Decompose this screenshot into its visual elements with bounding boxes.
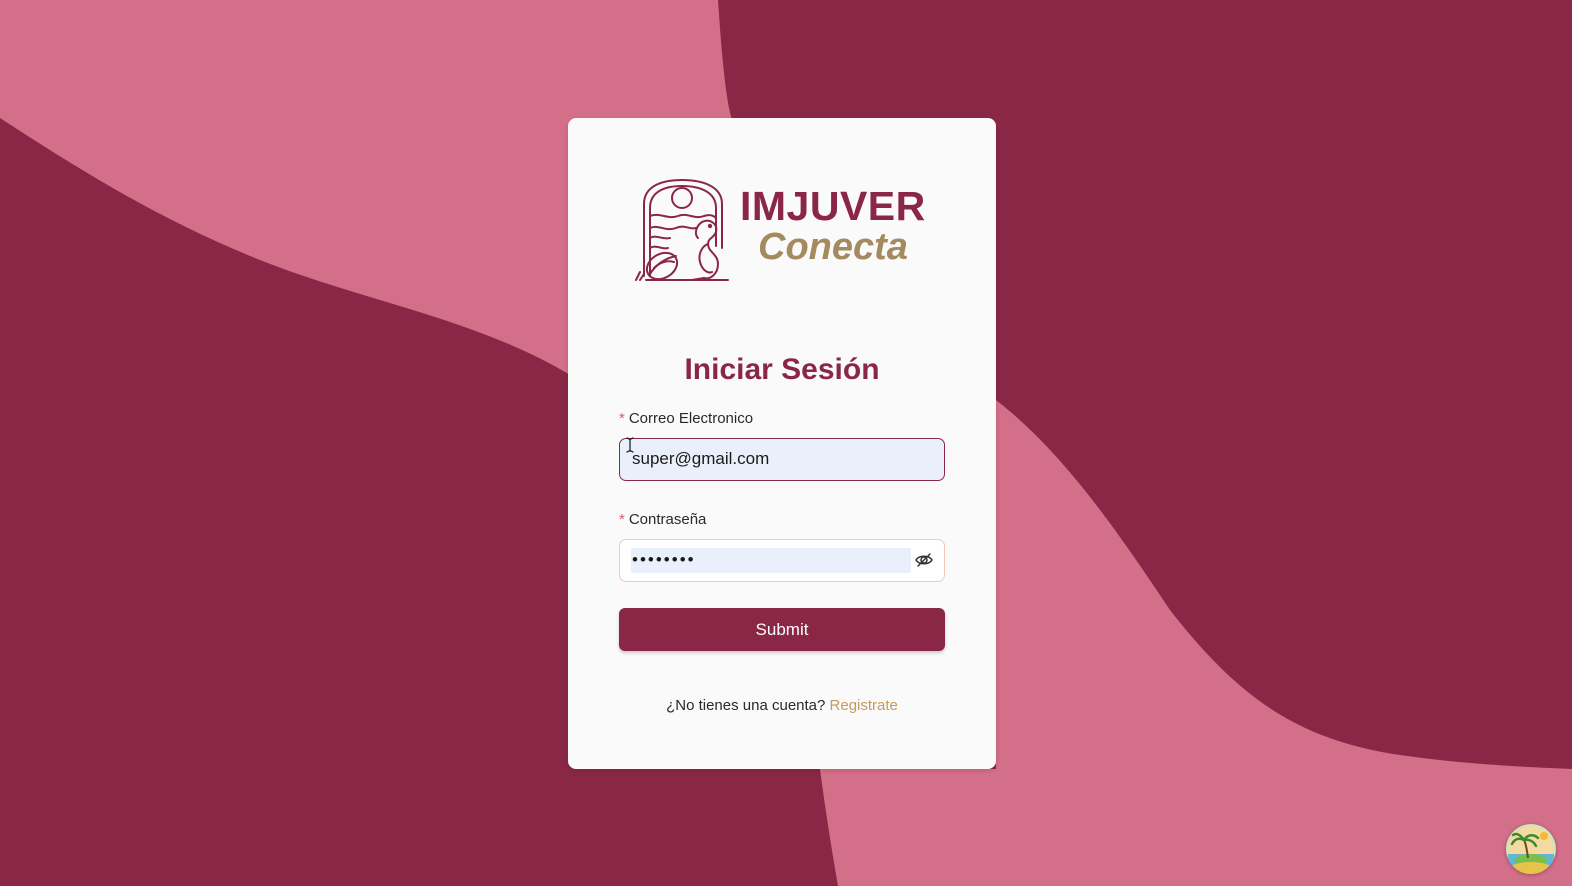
email-input[interactable]	[632, 439, 932, 479]
password-input[interactable]	[632, 540, 902, 580]
palm-island-icon[interactable]	[1506, 824, 1556, 874]
text-cursor-icon	[626, 437, 634, 453]
email-label: * Correo Electronico	[619, 411, 753, 426]
required-marker: *	[619, 410, 625, 427]
password-label: * Contraseña	[619, 512, 706, 527]
required-marker: *	[619, 511, 625, 528]
login-heading: Iniciar Sesión	[684, 353, 880, 386]
brand-subtitle: Conecta	[758, 226, 908, 268]
password-field[interactable]	[619, 539, 945, 582]
register-link[interactable]: Registrate	[830, 697, 898, 714]
submit-button[interactable]: Submit	[619, 608, 945, 651]
signup-prompt: ¿No tienes una cuenta? Registrate	[568, 697, 996, 714]
email-label-text: Correo Electronico	[628, 410, 754, 427]
eye-slash-icon[interactable]	[914, 550, 934, 570]
brand-title: IMJUVER	[740, 183, 926, 229]
email-field[interactable]	[619, 438, 945, 481]
seahorse-emblem-icon	[635, 179, 729, 281]
password-label-text: Contraseña	[628, 511, 707, 528]
brand-logo: IMJUVER Conecta	[632, 176, 932, 288]
signup-prompt-text: ¿No tienes una cuenta?	[666, 697, 826, 714]
